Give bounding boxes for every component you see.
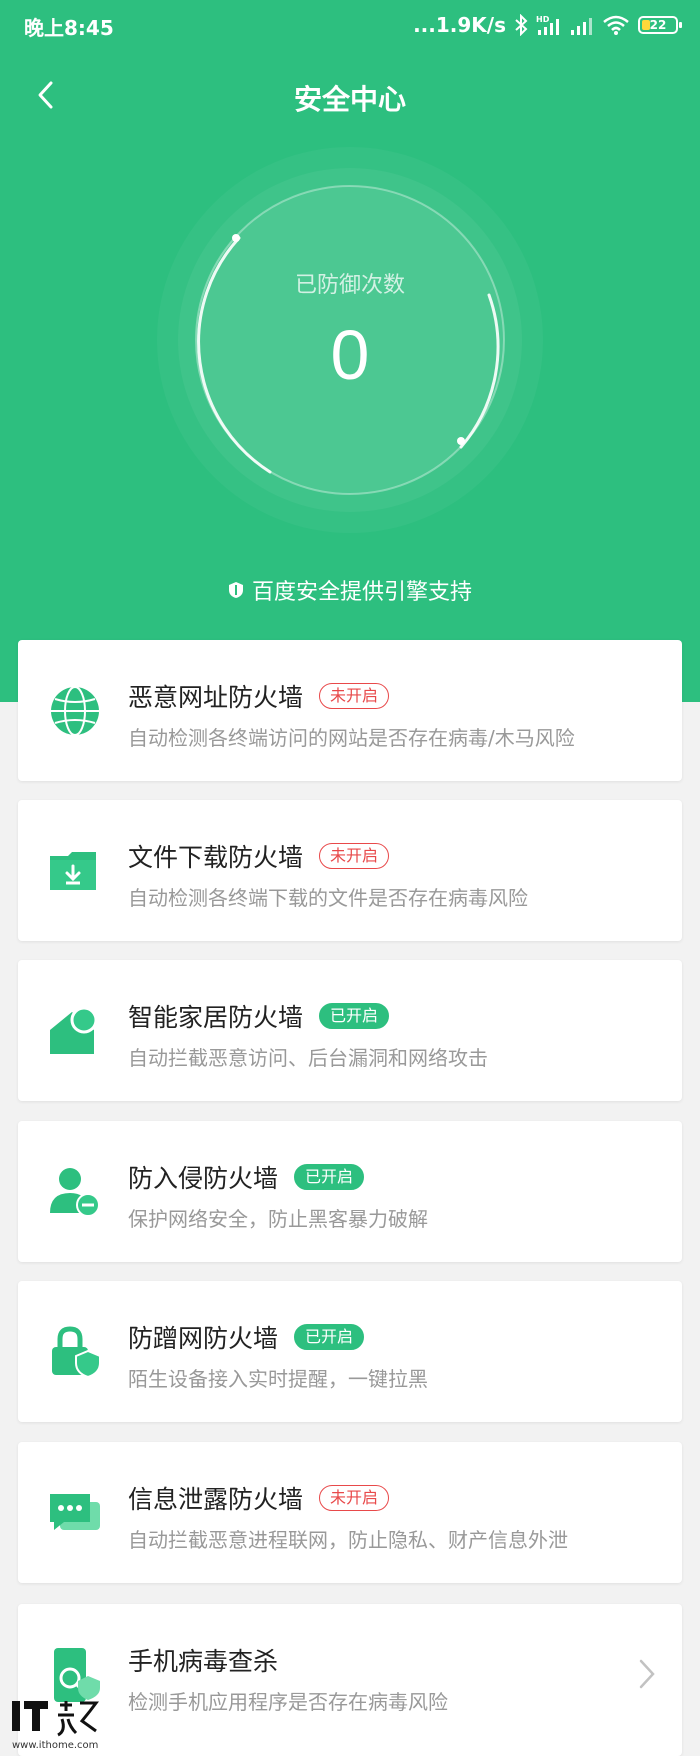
smart-home-icon (50, 1006, 98, 1054)
card-description: 保护网络安全，防止黑客暴力破解 (128, 1207, 428, 1231)
card-title: 文件下载防火墙 (128, 843, 304, 872)
chevron-right-icon (639, 1659, 655, 1689)
status-badge: 未开启 (319, 683, 390, 709)
card-title-row: 恶意网址防火墙 未开启 (128, 678, 390, 714)
card-smart-home-firewall[interactable]: 智能家居防火墙 已开启 自动拦截恶意访问、后台漏洞和网络攻击 (18, 960, 682, 1101)
card-title: 信息泄露防火墙 (128, 1485, 304, 1514)
phone-scan-icon (54, 1648, 100, 1702)
nav-bar: 安全中心 (0, 60, 700, 130)
card-title: 防蹭网防火墙 (128, 1324, 279, 1353)
card-title-row: 防入侵防火墙 已开启 (128, 1159, 365, 1195)
defense-ring: 已防御次数 0 (155, 145, 545, 535)
card-malicious-url-firewall[interactable]: 恶意网址防火墙 未开启 自动检测各终端访问的网站是否存在病毒/木马风险 (18, 640, 682, 781)
card-title: 防入侵防火墙 (128, 1164, 279, 1193)
engine-note: 百度安全提供引擎支持 (0, 574, 700, 606)
card-title-row: 智能家居防火墙 已开启 (128, 998, 390, 1034)
wifi-icon (603, 15, 629, 35)
status-badge: 已开启 (294, 1164, 365, 1190)
status-badge: 未开启 (319, 843, 390, 869)
defense-count: 0 (330, 316, 370, 394)
network-speed: ...1.9K/s (413, 13, 506, 37)
status-badge: 已开启 (294, 1324, 365, 1350)
status-badge: 未开启 (319, 1485, 390, 1511)
status-bar: 晚上8:45 ...1.9K/s HD 22 (0, 0, 700, 50)
card-info-leak-firewall[interactable]: 信息泄露防火墙 未开启 自动拦截恶意进程联网，防止隐私、财产信息外泄 (18, 1442, 682, 1583)
user-shield-icon (50, 1168, 100, 1217)
folder-download-icon (50, 852, 96, 890)
card-title-row: 信息泄露防火墙 未开启 (128, 1480, 390, 1516)
card-title-row: 文件下载防火墙 未开启 (128, 838, 390, 874)
svg-text:HD: HD (536, 15, 550, 24)
defense-label: 已防御次数 (294, 273, 405, 298)
card-title: 智能家居防火墙 (128, 1003, 304, 1032)
status-icons: ...1.9K/s HD 22 (413, 11, 682, 39)
card-description: 自动拦截恶意进程联网，防止隐私、财产信息外泄 (128, 1528, 568, 1552)
card-title: 恶意网址防火墙 (128, 683, 304, 712)
card-description: 自动拦截恶意访问、后台漏洞和网络攻击 (128, 1046, 488, 1070)
card-title-row: 手机病毒查杀 (128, 1642, 278, 1678)
globe-icon (51, 686, 99, 736)
card-anti-intrusion-firewall[interactable]: 防入侵防火墙 已开启 保护网络安全，防止黑客暴力破解 (18, 1121, 682, 1262)
bluetooth-icon (515, 14, 528, 36)
status-time: 晚上8:45 (24, 16, 114, 40)
card-file-download-firewall[interactable]: 文件下载防火墙 未开启 自动检测各终端下载的文件是否存在病毒风险 (18, 800, 682, 941)
battery-level: 22 (649, 18, 667, 32)
shield-icon (228, 582, 243, 598)
card-description: 陌生设备接入实时提醒，一键拉黑 (128, 1367, 428, 1391)
chat-bubble-icon (50, 1494, 100, 1530)
card-title-row: 防蹭网防火墙 已开启 (128, 1319, 365, 1355)
card-anti-freeloading-firewall[interactable]: 防蹭网防火墙 已开启 陌生设备接入实时提醒，一键拉黑 (18, 1281, 682, 1422)
engine-note-text: 百度安全提供引擎支持 (251, 580, 472, 605)
lock-shield-icon (52, 1326, 101, 1379)
hd-signal-icon: HD (536, 15, 559, 35)
battery-icon: 22 (638, 16, 682, 34)
status-badge: 已开启 (319, 1003, 390, 1029)
card-description: 自动检测各终端下载的文件是否存在病毒风险 (128, 886, 528, 910)
signal-icon (571, 18, 592, 35)
card-description: 自动检测各终端访问的网站是否存在病毒/木马风险 (128, 726, 575, 750)
page-title: 安全中心 (293, 83, 406, 116)
card-title: 手机病毒查杀 (128, 1647, 279, 1676)
card-description: 检测手机应用程序是否存在病毒风险 (128, 1690, 448, 1714)
watermark-text: www.ithome.com (12, 1740, 99, 1751)
